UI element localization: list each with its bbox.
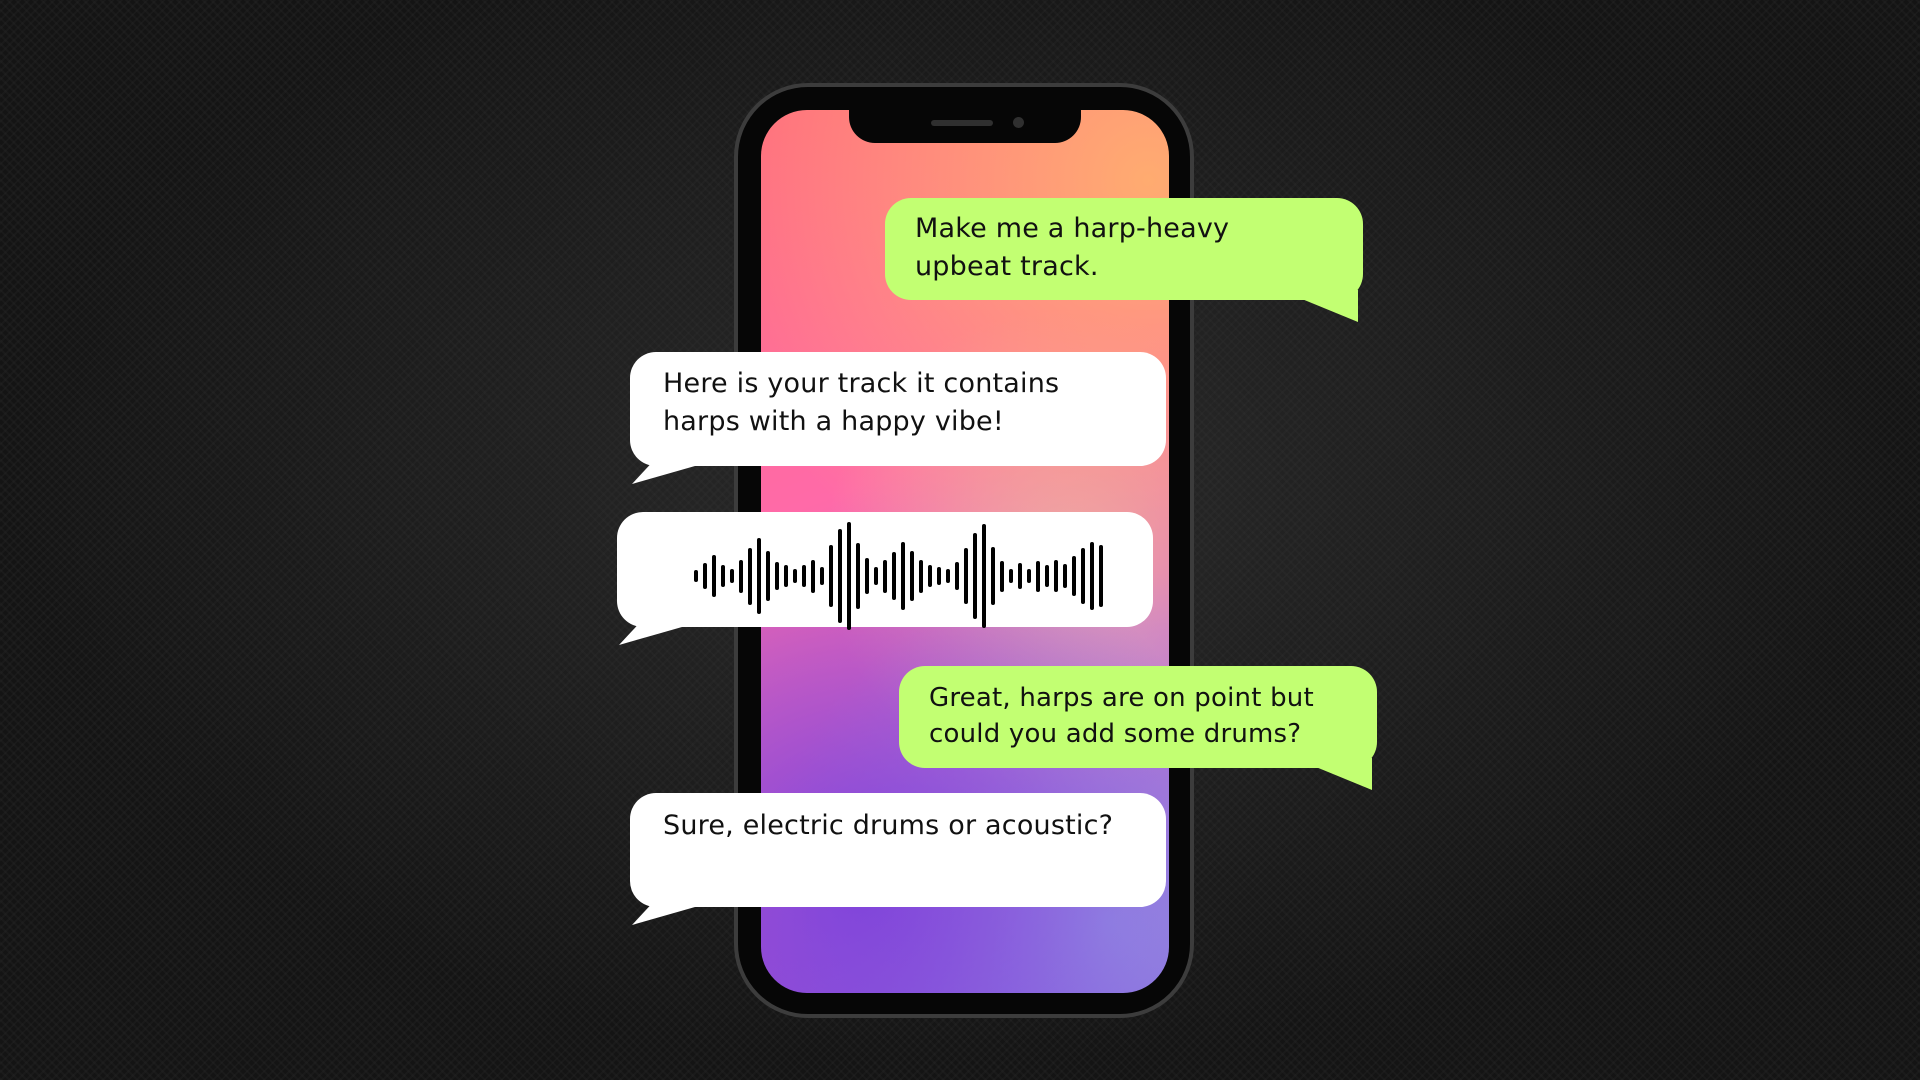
waveform-bar <box>1063 564 1067 588</box>
waveform-bar <box>802 565 806 587</box>
waveform-bar <box>784 565 788 587</box>
waveform-bar <box>1090 542 1094 610</box>
waveform-bar <box>937 567 941 585</box>
user-message-bubble: Make me a harp-heavy upbeat track. <box>885 198 1363 322</box>
message-text: Make me a harp-heavy upbeat track. <box>915 213 1230 282</box>
waveform-bar <box>721 565 725 587</box>
waveform-bar <box>892 552 896 600</box>
bubble-tail <box>632 456 730 484</box>
waveform-bar <box>1000 560 1004 592</box>
bubble-tail <box>1294 758 1372 790</box>
waveform-bar <box>865 558 869 594</box>
waveform-bar <box>946 569 950 583</box>
waveform-bar <box>1099 545 1103 607</box>
waveform-bar <box>1018 563 1022 589</box>
waveform-bar <box>712 555 716 597</box>
waveform-bar <box>883 559 887 593</box>
waveform-bar <box>991 547 995 605</box>
waveform-bar <box>766 551 770 601</box>
bubble-tail <box>1280 290 1358 322</box>
phone-speaker <box>931 120 993 126</box>
waveform-bar <box>730 569 734 583</box>
waveform-bar <box>982 524 986 628</box>
waveform-bar <box>955 562 959 590</box>
waveform-bar <box>793 569 797 583</box>
waveform-bar <box>1027 569 1031 583</box>
waveform-bar <box>847 522 851 630</box>
waveform-bar <box>838 529 842 623</box>
waveform-bar <box>928 565 932 587</box>
waveform-bar <box>1054 560 1058 592</box>
waveform-bar <box>901 542 905 610</box>
waveform-bar <box>739 559 743 593</box>
waveform-bar <box>703 563 707 589</box>
waveform-bar <box>1081 548 1085 604</box>
waveform-bar <box>1072 556 1076 596</box>
waveform-bar <box>1009 569 1013 583</box>
phone-camera <box>1013 117 1024 128</box>
message-text: Sure, electric drums or acoustic? <box>663 810 1114 841</box>
bubble-tail <box>632 897 730 925</box>
waveform-bar <box>1045 565 1049 587</box>
waveform-bar <box>757 538 761 614</box>
waveform-bar <box>775 562 779 590</box>
waveform-bar <box>829 545 833 607</box>
user-message-bubble: Great, harps are on point but could you … <box>899 666 1377 790</box>
waveform-bar <box>919 559 923 593</box>
waveform-bar <box>964 548 968 604</box>
phone-notch <box>849 110 1081 143</box>
waveform-bar <box>820 567 824 585</box>
waveform-bar <box>856 543 860 609</box>
message-text: Here is your track it contains harps wit… <box>663 368 1060 437</box>
audio-waveform-icon[interactable] <box>694 520 1154 632</box>
assistant-message-bubble: Sure, electric drums or acoustic? <box>630 793 1166 925</box>
waveform-bar <box>748 547 752 605</box>
waveform-bar <box>694 570 698 582</box>
waveform-bar <box>910 551 914 601</box>
waveform-bar <box>973 533 977 619</box>
waveform-bar <box>811 559 815 593</box>
message-text: Great, harps are on point but could you … <box>929 683 1314 749</box>
waveform-bar <box>874 567 878 585</box>
assistant-message-bubble: Here is your track it contains harps wit… <box>630 352 1166 484</box>
waveform-bar <box>1036 560 1040 592</box>
